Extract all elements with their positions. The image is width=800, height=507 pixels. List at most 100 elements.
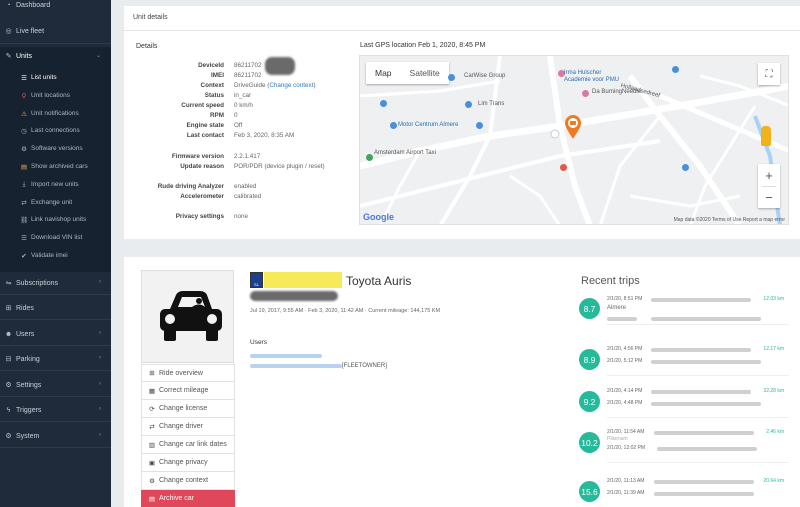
field-value-text: Feb 3, 2020, 8:35 AM [234,132,295,139]
sidebar-item-subscriptions[interactable]: ⇋ Subscriptions ‹ [0,274,111,292]
sidebar-item-dashboard[interactable]: ◔ Dashboard [0,0,111,14]
change-context-button[interactable]: ⚙ Change context [141,472,235,490]
field-value-text: 0 [234,112,238,119]
field-value: 0 km/h [234,101,253,110]
list-icon: ☰ [21,74,27,82]
field-label: Privacy settings [175,213,224,220]
action-label: Ride overview [159,369,203,377]
gear-icon: ⚙ [5,382,12,389]
sidebar-item-label: Settings [16,381,42,389]
ride-overview-button[interactable]: ⊞ Ride overview [141,364,235,382]
panel-title: Unit details [133,14,168,21]
map-footer[interactable]: Map data ©2020 Terms of Use Report a map… [674,217,785,223]
trip-item[interactable]: 10.2 2/1/20, 11:54 AM 2.46 km Pilsenum 2… [579,428,789,468]
sidebar-item-show-archived-cars[interactable]: ▤ Show archived cars [0,158,111,175]
location-icon: ◎ [5,28,12,35]
map-poi-icon [476,122,483,129]
chevron-left-icon: ‹ [99,279,101,285]
trip-end: Almere [607,305,627,311]
chevron-left-icon: ‹ [99,355,101,361]
sidebar-item-exchange-unit[interactable]: ⇄ Exchange unit [0,194,111,211]
change-license-button[interactable]: ⟳ Change license [141,400,235,418]
trip-item[interactable]: 15.6 2/1/20, 11:13 AM 20.64 km 2/1/20, 1… [579,477,789,507]
sidebar-item-label: Subscriptions [16,279,59,287]
trip-item[interactable]: 8.9 2/1/20, 4:56 PM 12.17 km 2/1/20, 5:1… [579,345,789,385]
trip-start: 2/1/20, 4:14 PM [607,388,643,394]
trip-score: 8.7 [579,298,600,319]
trip-end: 2/1/20, 4:48 PM [607,400,643,406]
satellite-button[interactable]: Satellite [401,62,449,84]
field-value: calibrated [234,192,261,201]
sidebar-item-parking[interactable]: ⊟ Parking ‹ [0,350,111,368]
sidebar-item-system[interactable]: ⚙ System ‹ [0,427,111,445]
sidebar-item-import-new-units[interactable]: ⤓ Import new units [0,176,111,193]
sidebar-item-unit-locations[interactable]: ⚲ Unit locations [0,87,111,104]
map-poi-icon [682,164,689,171]
field-label: Engine state [186,122,224,129]
user-link[interactable] [250,354,322,358]
sidebar-item-label: Units [16,52,32,60]
sidebar-item-list-units[interactable]: ☰ List units [0,69,111,86]
map-poi-icon [582,90,589,97]
redacted-blur [651,317,761,321]
action-label: Change car link dates [159,441,227,448]
change-car-link-dates-button[interactable]: ▥ Change car link dates [141,436,235,454]
sidebar-item-rides[interactable]: ⊞ Rides [0,299,111,317]
sidebar-item-label: Dashboard [16,1,51,9]
sidebar-item-link-navishop-units[interactable]: ⛓ Link navishop units [0,211,111,228]
divider [0,294,111,295]
warning-icon: ⚠ [21,110,27,118]
car-panel: SL Toyota Auris Jul 19, 2017, 9:55 AM · … [124,257,800,507]
action-label: Change license [159,405,208,412]
map-place-label: CarWise Group [464,73,506,79]
change-driver-button[interactable]: ⇄ Change driver [141,418,235,436]
sidebar-item-unit-notifications[interactable]: ⚠ Unit notifications [0,105,111,122]
chevron-left-icon: ‹ [99,330,101,336]
sidebar-item-settings[interactable]: ⚙ Settings ‹ [0,376,111,394]
sidebar-item-triggers[interactable]: ϟ Triggers ‹ [0,401,111,419]
user-link[interactable] [250,364,342,368]
chevron-left-icon: ‹ [99,406,101,412]
fullscreen-icon[interactable]: ⛶ [758,63,780,85]
list-icon: ☰ [21,234,27,242]
sidebar-item-live-fleet[interactable]: ◎ Live fleet [0,22,111,40]
map-button[interactable]: Map [366,62,401,84]
download-icon: ⤓ [22,180,26,188]
zoom-in-button[interactable]: + [758,164,780,186]
redacted-blur [651,348,751,352]
change-privacy-button[interactable]: ▣ Change privacy [141,454,235,472]
trip-start: 2/1/20, 11:13 AM [607,478,645,484]
trip-item[interactable]: 9.2 2/1/20, 4:14 PM 32.28 km 2/1/20, 4:4… [579,387,789,427]
change-context-link[interactable]: Change context [269,82,313,89]
archive-car-button[interactable]: ▤ Archive car [141,490,235,507]
street-view-pegman-icon[interactable] [761,126,771,146]
sidebar-item-last-connections[interactable]: ◷ Last connections [0,122,111,139]
sidebar-item-validate-imei[interactable]: ✔ Validate imei [0,247,111,264]
divider [0,447,111,448]
sidebar-item-users[interactable]: ☻ Users ‹ [0,325,111,343]
field-value-text: enabled [234,183,257,190]
wrench-icon: ✎ [5,53,12,60]
field-label: Context [200,82,224,89]
field-value: DriveGuide (Change context) [234,81,316,90]
gears-icon: ⚙ [5,433,12,440]
field-label: Status [204,92,224,99]
trip-score: 8.9 [579,349,600,370]
exchange-icon: ⇄ [149,423,155,431]
sidebar-item-download-vin-list[interactable]: ☰ Download VIN list [0,229,111,246]
trip-item[interactable]: 8.7 2/1/20, 8:51 PM 12.03 km Almere [579,294,789,334]
redacted-blur [651,402,761,406]
map-place-label: Irma Hulscher Academie voor PMU [564,70,620,83]
divider [0,396,111,397]
correct-mileage-button[interactable]: ▦ Correct mileage [141,382,235,400]
sidebar-item-software-versions[interactable]: ⚙ Software versions [0,140,111,157]
map[interactable]: Map Satellite ⛶ + − CarWise Group Irma H… [359,55,789,225]
vehicle-location-marker-icon[interactable] [564,114,582,140]
gear-icon: ⚙ [21,145,27,153]
zoom-out-button[interactable]: − [758,186,780,208]
sidebar-item-units[interactable]: ✎ Units ⌄ [0,47,111,65]
trip-score: 15.6 [579,481,600,502]
map-poi-icon [448,74,455,81]
redacted-blur [265,57,295,75]
redacted-blur [654,431,754,435]
